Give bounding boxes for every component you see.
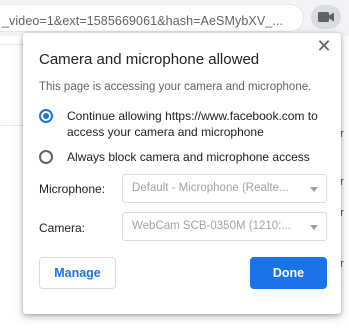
- video-camera-icon: [318, 12, 334, 22]
- continue-allowing-label-line2: access your camera and microphone: [67, 125, 264, 139]
- continue-allowing-option[interactable]: Continue allowing https://www.facebook.c…: [39, 108, 318, 140]
- background-page-card: [0, 44, 25, 126]
- close-icon[interactable]: ✕: [315, 37, 333, 55]
- chevron-down-icon: [310, 225, 318, 230]
- popup-title: Camera and microphone allowed: [39, 51, 260, 68]
- popup-subtitle: This page is accessing your camera and m…: [39, 81, 312, 93]
- address-bar[interactable]: _video=1&ext=1585669061&hash=AeSMybXV_..…: [0, 4, 304, 32]
- camera-indicator-button[interactable]: [311, 5, 341, 29]
- microphone-select-value: Default - Microphone (Realte...: [132, 182, 289, 194]
- microphone-select[interactable]: Default - Microphone (Realte...: [122, 174, 327, 203]
- browser-toolbar: _video=1&ext=1585669061&hash=AeSMybXV_..…: [0, 0, 349, 36]
- radio-continue-allowing[interactable]: [39, 109, 53, 123]
- continue-allowing-label-line1: Continue allowing https://www.facebook.c…: [67, 109, 318, 123]
- address-bar-url[interactable]: _video=1&ext=1585669061&hash=AeSMybXV_..…: [2, 14, 283, 28]
- always-block-option[interactable]: Always block camera and microphone acces…: [39, 149, 310, 165]
- continue-allowing-label: Continue allowing https://www.facebook.c…: [67, 108, 318, 140]
- manage-button[interactable]: Manage: [39, 257, 116, 289]
- camera-mic-permission-popup: ✕ Camera and microphone allowed This pag…: [23, 33, 341, 314]
- camera-label: Camera:: [39, 221, 86, 235]
- always-block-label: Always block camera and microphone acces…: [67, 150, 310, 164]
- chevron-down-icon: [310, 187, 318, 192]
- microphone-label: Microphone:: [39, 182, 106, 196]
- done-button[interactable]: Done: [250, 257, 327, 289]
- camera-select-value: WebCam SCB-0350M (1210:...: [132, 220, 291, 232]
- camera-select[interactable]: WebCam SCB-0350M (1210:...: [122, 212, 327, 241]
- radio-always-block[interactable]: [39, 150, 53, 164]
